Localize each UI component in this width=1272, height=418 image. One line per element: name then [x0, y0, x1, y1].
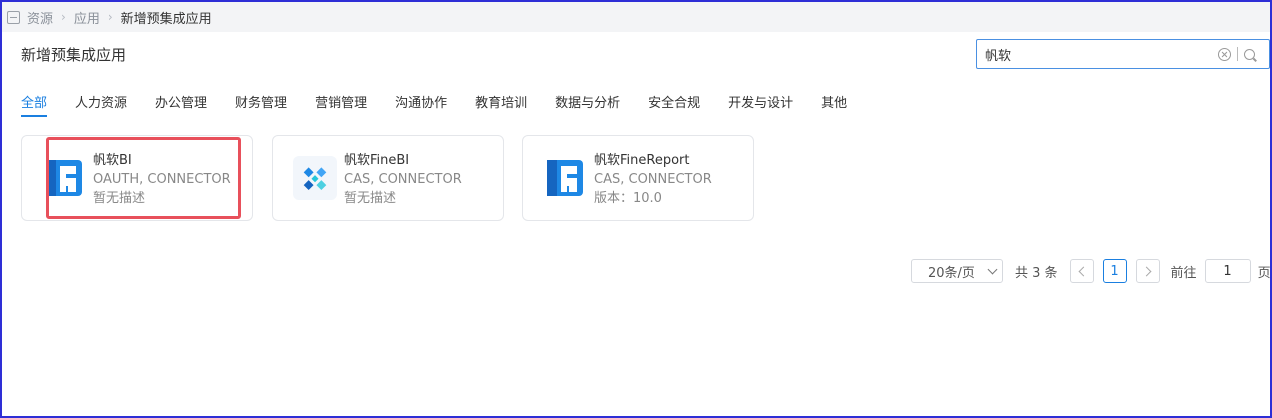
tab-education[interactable]: 教育培训 — [475, 92, 527, 117]
chevron-down-icon — [987, 264, 998, 274]
page-size-label: 20条/页 — [928, 265, 975, 281]
category-tabs: 全部 人力资源 办公管理 财务管理 营销管理 沟通协作 教育培训 数据与分析 安… — [21, 92, 875, 117]
tab-other[interactable]: 其他 — [821, 92, 847, 117]
app-description: 暂无描述 — [93, 191, 146, 206]
app-description: 暂无描述 — [344, 191, 397, 206]
goto-page-input[interactable] — [1204, 259, 1251, 283]
tab-all[interactable]: 全部 — [21, 92, 48, 117]
tab-office[interactable]: 办公管理 — [155, 92, 207, 117]
tab-marketing[interactable]: 营销管理 — [315, 92, 367, 117]
collapse-sidebar-icon[interactable] — [7, 10, 20, 24]
app-protocols: OAUTH, CONNECTOR — [93, 172, 231, 187]
fanruan-f-logo-icon — [46, 160, 82, 196]
page-size-select[interactable]: 20条/页 — [911, 259, 1003, 283]
chevron-right-icon — [1141, 266, 1151, 276]
app-card[interactable]: 帆软FineBI CAS, CONNECTOR 暂无描述 — [272, 135, 504, 221]
tab-data-analytics[interactable]: 数据与分析 — [555, 92, 620, 117]
total-count: 共 3 条 — [1015, 265, 1058, 281]
page-number-button[interactable]: 1 — [1102, 259, 1127, 283]
search-divider — [1237, 47, 1238, 61]
chevron-right-icon: › — [61, 10, 66, 24]
tab-dev-design[interactable]: 开发与设计 — [728, 92, 793, 117]
app-version: 版本：10.0 — [594, 191, 662, 206]
tab-hr[interactable]: 人力资源 — [75, 92, 127, 117]
search-input[interactable] — [977, 40, 1218, 68]
breadcrumb-item-current: 新增预集成应用 — [120, 11, 212, 27]
app-name: 帆软BI — [93, 153, 132, 168]
clear-icon[interactable] — [1218, 47, 1231, 61]
app-card[interactable]: 帆软FineReport CAS, CONNECTOR 版本：10.0 — [522, 135, 754, 221]
app-protocols: CAS, CONNECTOR — [344, 172, 462, 187]
chevron-left-icon — [1078, 266, 1088, 276]
pagination: 20条/页 共 3 条 1 前往 页 — [911, 259, 1271, 283]
finebi-logo-icon — [293, 156, 337, 200]
goto-label: 前往 — [1170, 265, 1197, 281]
search-box[interactable] — [976, 39, 1270, 69]
fanruan-f-logo-icon — [547, 160, 583, 196]
breadcrumb-item-apps[interactable]: 应用 — [74, 8, 100, 27]
app-name: 帆软FineReport — [594, 153, 690, 168]
page-title: 新增预集成应用 — [21, 46, 127, 64]
app-name: 帆软FineBI — [344, 153, 410, 168]
breadcrumb: 资源 › 应用 › 新增预集成应用 — [2, 2, 1270, 32]
tab-security[interactable]: 安全合规 — [648, 92, 700, 117]
next-page-button[interactable] — [1135, 259, 1160, 283]
search-icon[interactable] — [1244, 48, 1255, 60]
chevron-right-icon: › — [107, 10, 113, 24]
goto-suffix: 页 — [1257, 265, 1271, 281]
prev-page-button[interactable] — [1069, 259, 1094, 283]
app-card[interactable]: 帆软BI OAUTH, CONNECTOR 暂无描述 — [21, 135, 253, 221]
tab-collaboration[interactable]: 沟通协作 — [395, 92, 447, 117]
tab-finance[interactable]: 财务管理 — [235, 92, 287, 117]
breadcrumb-item-resources[interactable]: 资源 — [27, 8, 53, 27]
app-protocols: CAS, CONNECTOR — [594, 172, 712, 187]
